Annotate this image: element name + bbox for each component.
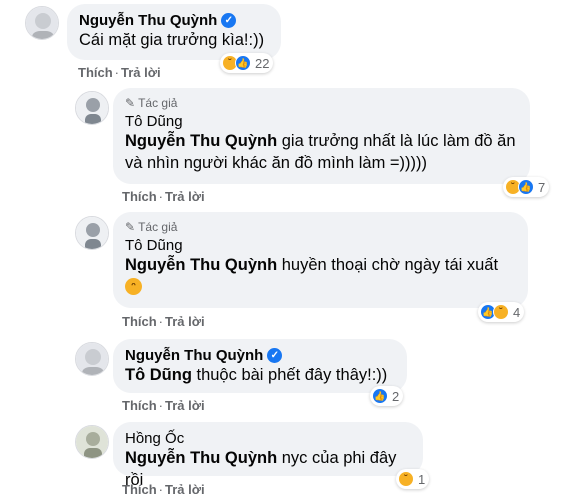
like-button[interactable]: Thích: [122, 314, 157, 329]
comment-actions: Thích · Trả lời: [122, 314, 205, 329]
reply-button[interactable]: Trả lời: [165, 314, 205, 329]
reaction-count: 2: [392, 388, 400, 404]
badge-label: Tác giả: [138, 220, 178, 234]
reply-button[interactable]: Trả lời: [165, 189, 205, 204]
like-button[interactable]: Thích: [122, 398, 157, 413]
comment-author[interactable]: Nguyễn Thu Quỳnh ✓: [125, 347, 395, 364]
comment-author[interactable]: Tô Dũng: [125, 113, 518, 130]
reaction-count: 22: [255, 55, 270, 71]
author-badge: ✎ Tác giả: [125, 96, 518, 110]
comment-actions: Thích · Trả lời: [122, 482, 205, 497]
pen-icon: ✎: [125, 96, 136, 110]
verified-badge-icon: ✓: [267, 348, 283, 363]
author-name[interactable]: Tô Dũng: [125, 237, 183, 254]
comment-bubble: ✎ Tác giả Tô Dũng Nguyễn Thu Quỳnh gia t…: [113, 88, 530, 184]
comment-bubble: Nguyễn Thu Quỳnh ✓ Cái mặt gia trưởng kì…: [67, 4, 281, 60]
separator: ·: [158, 314, 164, 329]
reaction-count: 1: [418, 471, 426, 487]
comment-actions: Thích · Trả lời: [122, 398, 205, 413]
separator: ·: [158, 398, 164, 413]
rofl-emoji-icon: ᵔ: [125, 278, 142, 296]
reply-button[interactable]: Trả lời: [165, 398, 205, 413]
comment-bubble: Hồng Ốc Nguyễn Thu Quỳnh nyc của phi đây…: [113, 422, 423, 489]
reaction-count: 7: [538, 179, 546, 195]
badge-label: Tác giả: [138, 96, 178, 110]
comment-text: Nguyễn Thu Quỳnh huyền thoại chờ ngày tá…: [125, 254, 516, 276]
reaction-count: 4: [513, 304, 521, 320]
like-reaction-icon: 👍: [518, 179, 534, 195]
author-badge: ✎ Tác giả: [125, 220, 516, 234]
comment-body: huyền thoại chờ ngày tái xuất: [277, 256, 499, 274]
comment-bubble: ✎ Tác giả Tô Dũng Nguyễn Thu Quỳnh huyền…: [113, 212, 528, 308]
pen-icon: ✎: [125, 220, 136, 234]
reply-button[interactable]: Trả lời: [121, 65, 161, 80]
haha-reaction-icon: ˘: [398, 471, 414, 487]
author-name[interactable]: Nguyễn Thu Quỳnh: [79, 12, 217, 29]
comment-text: Nguyễn Thu Quỳnh gia trưởng nhất là lúc …: [125, 130, 518, 174]
mention-link[interactable]: Nguyễn Thu Quỳnh: [125, 256, 277, 274]
comment-text: Cái mặt gia trưởng kìa!:)): [79, 31, 265, 49]
verified-badge-icon: ✓: [221, 13, 237, 28]
reaction-summary[interactable]: ˘ 👍 22: [220, 53, 274, 73]
comment-text: Tô Dũng thuộc bài phết đây thây!:)): [125, 364, 395, 386]
reaction-summary[interactable]: 👍 2: [370, 386, 404, 406]
reaction-summary[interactable]: ˘ 👍 7: [503, 177, 550, 197]
author-name[interactable]: Nguyễn Thu Quỳnh: [125, 347, 263, 364]
mention-link[interactable]: Nguyễn Thu Quỳnh: [125, 132, 277, 150]
reply-button[interactable]: Trả lời: [165, 482, 205, 497]
separator: ·: [114, 65, 120, 80]
comment-actions: Thích · Trả lời: [78, 65, 161, 80]
comment-author[interactable]: Nguyễn Thu Quỳnh ✓: [79, 12, 269, 29]
mention-link[interactable]: Nguyễn Thu Quỳnh: [125, 449, 277, 467]
author-name[interactable]: Tô Dũng: [125, 113, 183, 130]
comment-author[interactable]: Tô Dũng: [125, 237, 516, 254]
like-button[interactable]: Thích: [78, 65, 113, 80]
like-button[interactable]: Thích: [122, 482, 157, 497]
avatar[interactable]: [75, 425, 109, 459]
reaction-summary[interactable]: 👍 ˘ 4: [478, 302, 525, 322]
separator: ·: [158, 189, 164, 204]
comment-author[interactable]: Hồng Ốc: [125, 430, 411, 447]
reaction-summary[interactable]: ˘ 1: [396, 469, 430, 489]
comment-bubble: Nguyễn Thu Quỳnh ✓ Tô Dũng thuộc bài phế…: [113, 339, 407, 393]
avatar[interactable]: [75, 91, 109, 125]
avatar[interactable]: [75, 216, 109, 250]
like-reaction-icon: 👍: [372, 388, 388, 404]
mention-link[interactable]: Tô Dũng: [125, 366, 192, 384]
like-reaction-icon: 👍: [235, 55, 251, 71]
avatar[interactable]: [25, 6, 59, 40]
comment-actions: Thích · Trả lời: [122, 189, 205, 204]
author-name[interactable]: Hồng Ốc: [125, 430, 184, 447]
like-button[interactable]: Thích: [122, 189, 157, 204]
avatar[interactable]: [75, 342, 109, 376]
separator: ·: [158, 482, 164, 497]
haha-reaction-icon: ˘: [493, 304, 509, 320]
comment-body: thuộc bài phết đây thây!:)): [191, 366, 388, 384]
